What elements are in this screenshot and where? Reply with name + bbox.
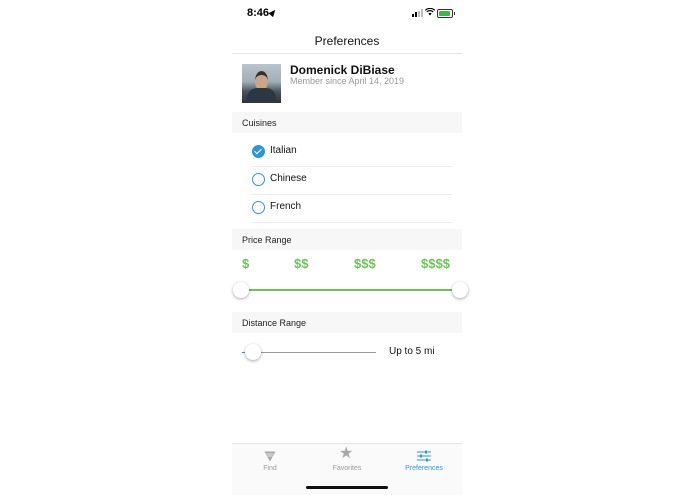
- tab-label: Favorites: [332, 465, 362, 472]
- member-since: Member since April 14, 2019: [290, 76, 405, 86]
- cuisine-label: Italian: [270, 145, 297, 156]
- battery-icon: [437, 9, 455, 18]
- section-title: Price Range: [242, 235, 292, 245]
- find-icon: [264, 451, 276, 462]
- section-title: Distance Range: [242, 318, 307, 328]
- sliders-icon: [417, 450, 431, 462]
- status-bar: 8:46: [232, 0, 462, 28]
- avatar: [242, 64, 281, 103]
- navigation-bar: Preferences: [232, 28, 462, 54]
- home-indicator[interactable]: [306, 486, 388, 489]
- star-icon: ★: [339, 445, 354, 462]
- cuisine-label: French: [270, 201, 302, 212]
- distance-value-label: Up to 5 mi: [389, 346, 435, 357]
- price-level-1: $: [242, 256, 250, 271]
- price-level-2: $$: [294, 256, 309, 271]
- section-title: Cuisines: [242, 118, 277, 128]
- price-max-slider-handle[interactable]: [452, 282, 468, 298]
- price-level-4: $$$$: [421, 256, 450, 271]
- cuisine-option-italian[interactable]: Italian: [252, 138, 452, 167]
- section-header-price-range: Price Range: [232, 229, 462, 250]
- cuisine-option-chinese[interactable]: Chinese: [252, 166, 452, 195]
- tab-find[interactable]: Find: [232, 444, 308, 484]
- unchecked-checkbox-icon[interactable]: [252, 201, 265, 214]
- tab-preferences[interactable]: Preferences: [386, 444, 462, 484]
- cuisine-option-french[interactable]: French: [252, 194, 452, 223]
- unchecked-checkbox-icon[interactable]: [252, 173, 265, 186]
- tab-label: Preferences: [405, 465, 443, 472]
- wifi-icon: [425, 8, 435, 16]
- section-header-distance-range: Distance Range: [232, 312, 462, 333]
- cellular-signal-icon: [412, 9, 423, 17]
- price-level-3: $$$: [354, 256, 376, 271]
- section-header-cuisines: Cuisines: [232, 112, 462, 133]
- phone-screen: 8:46 Preferences Domenick DiBiase Member…: [232, 0, 468, 495]
- tab-favorites[interactable]: ★ Favorites: [309, 444, 385, 484]
- location-arrow-icon: [268, 7, 278, 18]
- price-range-track[interactable]: [242, 289, 456, 291]
- cuisine-label: Chinese: [270, 173, 307, 184]
- tab-label: Find: [263, 465, 277, 472]
- profile-name: Domenick DiBiase: [290, 63, 395, 77]
- distance-slider-track[interactable]: [242, 352, 376, 353]
- status-time: 8:46: [247, 7, 270, 19]
- page-title: Preferences: [314, 34, 380, 48]
- distance-slider-handle[interactable]: [245, 344, 261, 360]
- checked-checkbox-icon[interactable]: [252, 145, 265, 158]
- price-min-slider-handle[interactable]: [233, 282, 249, 298]
